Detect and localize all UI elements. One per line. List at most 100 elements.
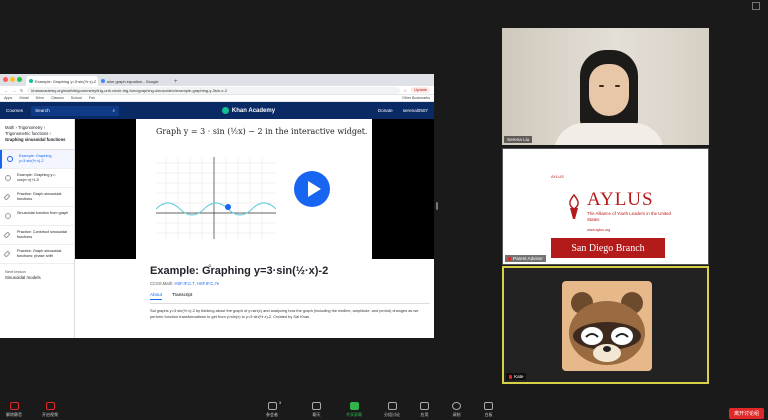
sidebar-item-practice-1[interactable]: Practice: Graph sinusoidal functions [0, 188, 74, 208]
breadcrumb: Math › Trigonometry › Trigonometric func… [0, 119, 74, 151]
tab-label: sine graph equation - Google [107, 79, 159, 84]
breadcrumb-math[interactable]: Math [5, 125, 14, 130]
aylus-subtitle: The Alliance of Youth Leaders in the Uni… [587, 211, 671, 222]
participant-tile-kate[interactable]: Kate [502, 266, 709, 384]
breakout-rooms-button[interactable]: 分组讨论 [384, 402, 400, 418]
other-bookmarks[interactable]: Other Bookmarks [402, 96, 430, 100]
url-input[interactable]: khanacademy.org/math/trigonometry/trig-u… [27, 86, 400, 94]
torch-icon [569, 193, 579, 219]
sidebar-item-video-1[interactable]: Example: Graphing y=3·sin(½·x)-2 [0, 150, 74, 170]
video-info: Example: Graphing y=3·sin(½·x)-2 CCSS.Ma… [75, 259, 434, 338]
sinusoid-graph [156, 157, 276, 239]
tab-transcript[interactable]: Transcript [172, 292, 192, 300]
chat-icon [312, 402, 321, 410]
chat-button[interactable]: 聊天 [312, 402, 321, 418]
close-window-icon[interactable] [3, 77, 8, 82]
start-video-button[interactable]: 开启视频 [42, 402, 58, 418]
mic-icon [9, 402, 19, 410]
zoom-toolbar: 解除静音 开启视频 3 参会者 聊天 共享屏幕 分组讨论 应用 录制 白板 [0, 400, 768, 420]
participants-icon [267, 402, 277, 410]
gallery-view-icon[interactable] [752, 2, 760, 10]
aylus-logo-text: AYLUS [587, 189, 654, 210]
ccss-prefix: CCSS.Math: [150, 281, 174, 286]
browser-tab-google[interactable]: sine graph equation - Google [98, 76, 170, 86]
breadcrumb-trig[interactable]: Trigonometry [18, 125, 43, 130]
zoom-top-bar [0, 0, 768, 12]
sidebar-item-practice-3[interactable]: Practice: Graph sinusoidal functions: ph… [0, 245, 74, 265]
play-video-icon [7, 156, 13, 163]
toolbar-label: 录制 [452, 412, 461, 417]
sidebar-item-practice-2[interactable]: Practice: Construct sinusoidal functions [0, 226, 74, 246]
muted-mic-icon [509, 374, 512, 379]
bookmark-item[interactable]: School [71, 96, 82, 100]
unmute-button[interactable]: 解除静音 [6, 402, 22, 418]
record-button[interactable]: 录制 [452, 402, 461, 418]
raccoon-avatar-icon [569, 292, 645, 365]
google-favicon-icon [101, 79, 105, 83]
toolbar-label: 共享屏幕 [346, 412, 362, 417]
sidebar-item-label: Example: Graphing y=-cos(π·x)+1.5 [17, 173, 56, 183]
zoom-cursor-icon: ⌕ [208, 263, 212, 270]
sidebar-item-label: Practice: Graph sinusoidal functions [17, 192, 62, 202]
video-player[interactable]: Graph y = 3 · sin (½x) − 2 in the intera… [75, 119, 434, 259]
video-title: Example: Graphing y=3·sin(½·x)-2 [150, 265, 329, 277]
aylus-url: www.aylus.org [587, 228, 611, 232]
user-menu[interactable]: serenal0507 [403, 108, 428, 113]
khan-leaf-icon [221, 107, 229, 114]
minimize-window-icon[interactable] [10, 77, 15, 82]
forward-icon[interactable]: → [12, 88, 16, 93]
reload-icon[interactable]: ↻ [20, 88, 23, 93]
share-screen-icon [349, 402, 359, 410]
play-video-icon [5, 213, 11, 220]
tab-label: Example: Graphing y=3·sin(½·x)-2 [35, 79, 97, 84]
bookmark-item[interactable]: Fun [89, 96, 95, 100]
back-icon[interactable]: ← [4, 88, 8, 93]
split-drag-handle[interactable] [436, 202, 438, 210]
update-button[interactable]: Update [411, 87, 430, 93]
shared-screen-browser: Example: Graphing y=3·sin(½·x)-2 sine gr… [0, 74, 434, 338]
search-icon: ⌕ [112, 108, 116, 113]
bookmark-item[interactable]: Drive [36, 96, 44, 100]
ccss-links[interactable]: HSF.IF.C.7, HSF.IF.C.7e [174, 281, 219, 286]
video-description: Sal graphs y=3·sin(½·x)-2 by thinking ab… [150, 308, 419, 319]
widget-prompt: Graph y = 3 · sin (½x) − 2 in the intera… [156, 127, 368, 136]
play-button[interactable] [294, 171, 330, 207]
apps-button[interactable]: 应用 [420, 402, 429, 418]
sidebar-item-label: Sinusoidal function from graph [17, 211, 69, 216]
next-lesson[interactable]: Next lesson Sinusoidal models [0, 264, 74, 286]
share-screen-button[interactable]: 共享屏幕 [346, 402, 362, 418]
sidebar-item-label: Practice: Graph sinusoidal functions: ph… [17, 249, 62, 259]
lesson-sidebar: Math › Trigonometry › Trigonometric func… [0, 119, 75, 338]
participant-name: Kate [506, 373, 527, 380]
khan-logo[interactable]: Khan Academy [127, 107, 370, 114]
browser-tab-khan[interactable]: Example: Graphing y=3·sin(½·x)-2 [26, 76, 98, 86]
participant-tile-parent-advisor[interactable]: AYLUS AYLUS The Alliance of Youth Leader… [502, 148, 709, 265]
leave-breakout-button[interactable]: 离开讨论组 [728, 408, 764, 419]
sidebar-item-video-2[interactable]: Example: Graphing y=-cos(π·x)+1.5 [0, 169, 74, 189]
sidebar-item-video-3[interactable]: Sinusoidal function from graph [0, 207, 74, 227]
toolbar-label: 参会者 [266, 412, 278, 417]
bookmark-item[interactable]: Apps [4, 96, 12, 100]
bookmark-item[interactable]: Classes [51, 96, 64, 100]
toolbar-label: 分组讨论 [384, 412, 400, 417]
search-input[interactable]: Search ⌕ [31, 105, 120, 116]
pencil-icon [3, 193, 11, 201]
ccss-standards: CCSS.Math: HSF.IF.C.7, HSF.IF.C.7e [150, 281, 434, 286]
toolbar-label: 聊天 [312, 412, 321, 417]
whiteboard-button[interactable]: 白板 [484, 402, 493, 418]
courses-menu[interactable]: Courses [6, 108, 23, 113]
step-info: Step Info [347, 131, 362, 135]
participants-button[interactable]: 3 参会者 [266, 401, 281, 418]
star-icon[interactable]: ☆ [404, 88, 408, 93]
donate-link[interactable]: Donate [378, 108, 393, 113]
bookmark-item[interactable]: Gmail [19, 96, 28, 100]
breadcrumb-current: Graphing sinusoidal functions [5, 137, 66, 143]
toolbar-label: 白板 [484, 412, 493, 417]
maximize-window-icon[interactable] [17, 77, 22, 82]
breadcrumb-trig-functions[interactable]: Trigonometric functions [5, 131, 48, 136]
tab-about[interactable]: About [150, 292, 163, 300]
participant-tile-serena[interactable]: Serena Liu [502, 28, 709, 145]
breakout-icon [387, 402, 397, 410]
new-tab-icon[interactable]: + [170, 79, 182, 86]
record-icon [452, 402, 461, 410]
